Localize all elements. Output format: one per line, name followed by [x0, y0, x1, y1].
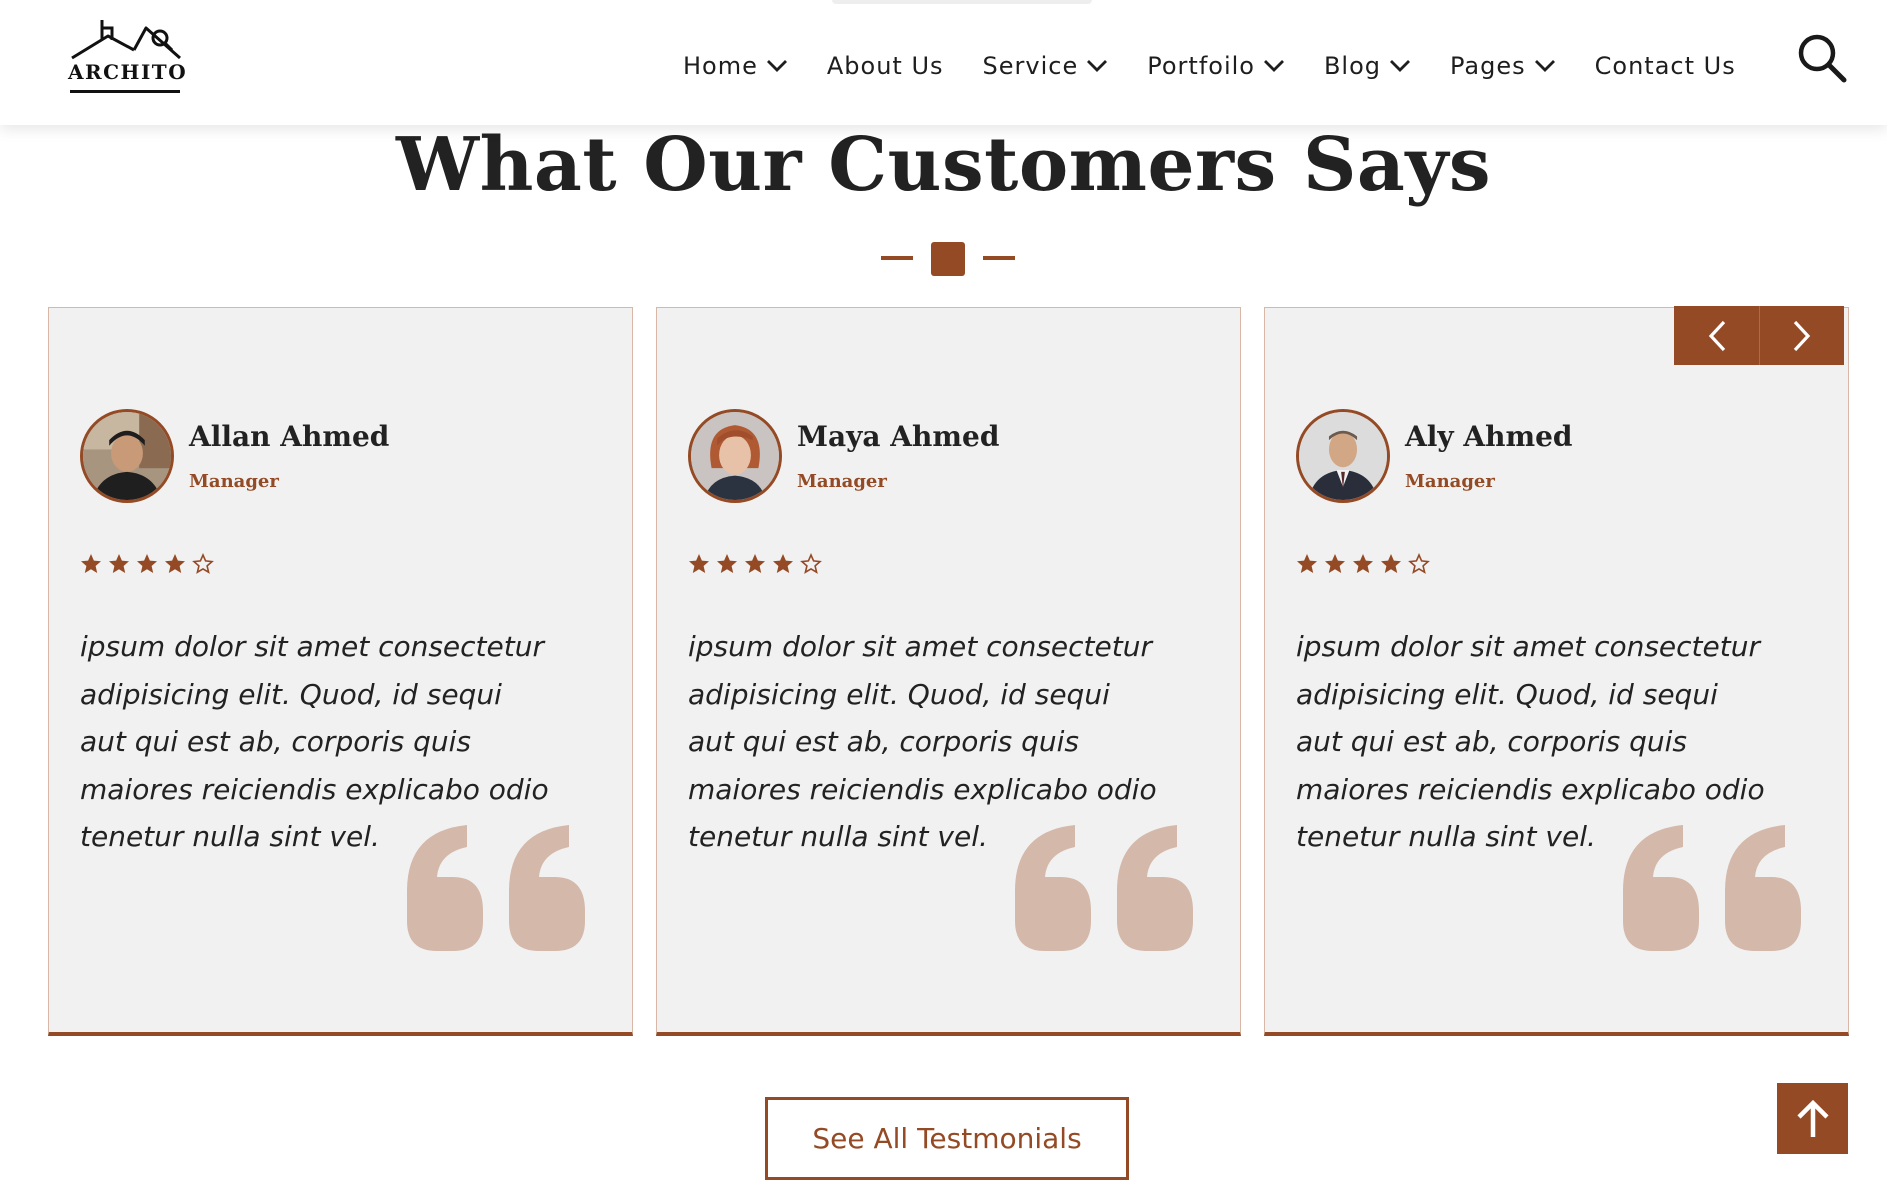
nav-item-blog[interactable]: Blog	[1324, 52, 1411, 80]
chevron-down-icon	[1263, 60, 1284, 72]
main-nav: Home About Us Service Portfoilo Blog Pag…	[683, 52, 1775, 80]
carousel-prev-button[interactable]	[1674, 306, 1759, 365]
nav-item-label: Contact Us	[1594, 52, 1736, 80]
nav-item-pages[interactable]: Pages	[1450, 52, 1556, 80]
nav-item-service[interactable]: Service	[983, 52, 1109, 80]
avatar	[1296, 409, 1390, 503]
avatar	[688, 409, 782, 503]
avatar	[80, 409, 174, 503]
chevron-down-icon	[1390, 60, 1411, 72]
carousel-next-button[interactable]	[1759, 306, 1844, 365]
chevron-right-icon	[1793, 320, 1811, 351]
star-rating	[1295, 552, 1435, 576]
nav-item-label: Blog	[1323, 52, 1382, 80]
nav-item-label: About Us	[826, 52, 944, 80]
search-icon[interactable]	[1796, 32, 1848, 84]
person-name: Maya Ahmed	[797, 420, 1000, 453]
back-to-top-button[interactable]	[1777, 1083, 1848, 1154]
nav-item-about-us[interactable]: About Us	[827, 52, 944, 80]
star-rating	[79, 552, 219, 576]
avatar-photo	[691, 412, 779, 500]
star-filled-icon	[165, 554, 185, 573]
testimonial-card: Aly Ahmed Manager ipsum dolor sit amet c…	[1264, 307, 1849, 1036]
title-divider	[881, 242, 1015, 276]
nav-item-label: Portfoilo	[1147, 52, 1255, 80]
divider-dash	[983, 256, 1015, 260]
nav-item-label: Home	[683, 52, 758, 80]
header-tab-decoration	[832, 0, 1092, 4]
house-logo-icon	[71, 20, 181, 60]
person-name: Aly Ahmed	[1405, 420, 1573, 453]
avatar-photo	[1299, 412, 1387, 500]
star-filled-icon	[1297, 554, 1317, 573]
person-name: Allan Ahmed	[189, 420, 390, 453]
logo-underline	[70, 90, 180, 93]
logo-text: ARCHITO	[68, 60, 188, 84]
nav-item-home[interactable]: Home	[683, 52, 788, 80]
logo[interactable]: ARCHITO	[68, 16, 188, 98]
testimonial-text: ipsum dolor sit amet consectetur adipisi…	[1296, 630, 1765, 854]
nav-item-label: Service	[982, 52, 1079, 80]
chevron-left-icon	[1708, 320, 1725, 351]
star-filled-icon	[717, 554, 737, 573]
person-role: Manager	[797, 471, 887, 492]
star-rating	[687, 552, 827, 576]
testimonial-card: Maya Ahmed Manager ipsum dolor sit amet …	[656, 307, 1241, 1036]
star-outline-icon	[192, 553, 214, 574]
nav-item-contact-us[interactable]: Contact Us	[1595, 52, 1736, 80]
divider-dash	[881, 256, 913, 260]
nav-item-portfolio[interactable]: Portfoilo	[1147, 52, 1285, 80]
site-header: ARCHITO Home About Us Service Portfoilo …	[0, 0, 1887, 125]
star-filled-icon	[745, 554, 765, 573]
section-title: What Our Customers Says	[395, 122, 1492, 208]
carousel-nav	[1674, 306, 1844, 365]
see-all-testimonials-button[interactable]: See All Testmonials	[765, 1097, 1129, 1180]
star-outline-icon	[1408, 553, 1430, 574]
star-filled-icon	[109, 554, 129, 573]
testimonial-text: ipsum dolor sit amet consectetur adipisi…	[688, 630, 1157, 854]
chevron-down-icon	[766, 60, 787, 72]
divider-square	[931, 242, 965, 276]
star-filled-icon	[1353, 554, 1373, 573]
nav-item-label: Pages	[1450, 52, 1526, 80]
star-filled-icon	[689, 554, 709, 573]
star-filled-icon	[773, 554, 793, 573]
star-filled-icon	[1325, 554, 1345, 573]
star-filled-icon	[137, 554, 157, 573]
person-role: Manager	[189, 471, 279, 492]
chevron-down-icon	[1087, 60, 1108, 72]
testimonial-text: ipsum dolor sit amet consectetur adipisi…	[80, 630, 549, 854]
see-all-label: See All Testmonials	[812, 1122, 1082, 1155]
chevron-down-icon	[1534, 60, 1555, 72]
star-filled-icon	[1381, 554, 1401, 573]
star-outline-icon	[800, 553, 822, 574]
star-filled-icon	[81, 554, 101, 573]
testimonial-card: Allan Ahmed Manager ipsum dolor sit amet…	[48, 307, 633, 1036]
avatar-photo	[83, 412, 171, 500]
person-role: Manager	[1405, 471, 1495, 492]
arrow-up-icon	[1796, 1099, 1829, 1137]
